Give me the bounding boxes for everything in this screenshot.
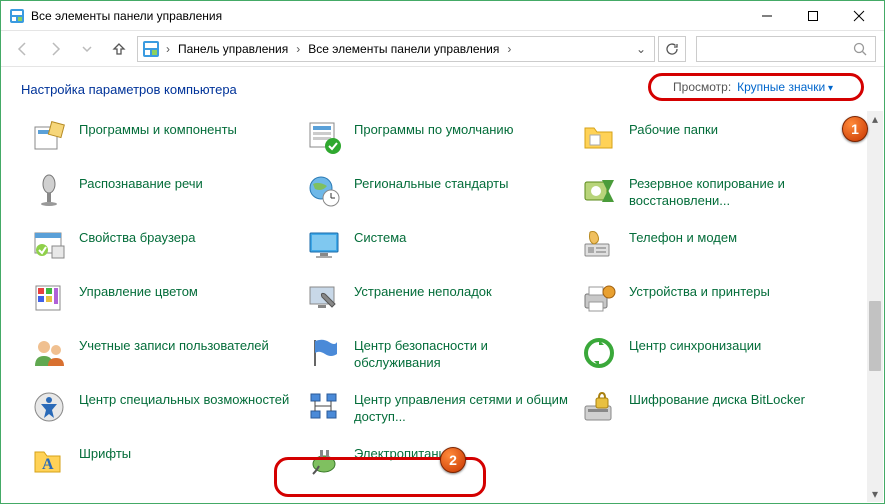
item-label: Центр синхронизации: [629, 335, 761, 354]
scroll-up-button[interactable]: ▴: [867, 111, 883, 127]
vertical-scrollbar[interactable]: ▴ ▾: [867, 111, 883, 502]
nav-recent-button[interactable]: [73, 35, 101, 63]
folder-icon: [581, 119, 617, 155]
item-label: Рабочие папки: [629, 119, 718, 138]
nav-forward-button[interactable]: [41, 35, 69, 63]
microphone-icon: [31, 173, 67, 209]
item-label: Программы и компоненты: [79, 119, 237, 138]
users-icon: [31, 335, 67, 371]
item-label: Программы по умолчанию: [354, 119, 513, 138]
item-label: Управление цветом: [79, 281, 198, 300]
view-value: Крупные значки: [737, 80, 833, 94]
nav-up-button[interactable]: [105, 35, 133, 63]
color-icon: [31, 281, 67, 317]
accessibility-icon: [31, 389, 67, 425]
checklist-icon: [306, 119, 342, 155]
breadcrumb-1[interactable]: Панель управления: [174, 40, 292, 58]
chevron-right-icon[interactable]: ›: [164, 42, 172, 56]
item-default-programs[interactable]: Программы по умолчанию: [306, 119, 571, 157]
nav-back-button[interactable]: [9, 35, 37, 63]
chevron-right-icon[interactable]: ›: [294, 42, 302, 56]
scroll-down-button[interactable]: ▾: [867, 486, 883, 502]
navbar: › Панель управления › Все элементы панел…: [1, 31, 884, 67]
item-label: Свойства браузера: [79, 227, 195, 246]
view-dropdown[interactable]: Просмотр: Крупные значки: [648, 73, 864, 101]
item-label: Региональные стандарты: [354, 173, 508, 192]
box-icon: [31, 119, 67, 155]
sync-icon: [581, 335, 617, 371]
item-system[interactable]: Система: [306, 227, 571, 265]
item-color-management[interactable]: Управление цветом: [31, 281, 296, 319]
item-phone-modem[interactable]: Телефон и модем: [581, 227, 846, 265]
breadcrumb-2[interactable]: Все элементы панели управления: [304, 40, 503, 58]
svg-text:A: A: [42, 456, 54, 473]
annotation-badge-1: 1: [842, 116, 868, 142]
item-troubleshooting[interactable]: Устранение неполадок: [306, 281, 571, 319]
search-input[interactable]: [696, 36, 876, 62]
printer-icon: [581, 281, 617, 317]
titlebar: Все элементы панели управления: [1, 1, 884, 31]
item-sync-center[interactable]: Центр синхронизации: [581, 335, 846, 373]
search-icon: [853, 42, 867, 56]
heading-row: Настройка параметров компьютера Просмотр…: [1, 67, 884, 111]
item-devices-printers[interactable]: Устройства и принтеры: [581, 281, 846, 319]
chevron-right-icon[interactable]: ›: [505, 42, 513, 56]
fonts-icon: A: [31, 443, 67, 479]
item-network-sharing[interactable]: Центр управления сетями и общим доступ..…: [306, 389, 571, 427]
item-label: Телефон и модем: [629, 227, 737, 246]
backup-icon: [581, 173, 617, 209]
item-security-maintenance[interactable]: Центр безопасности и обслуживания: [306, 335, 571, 373]
refresh-button[interactable]: [658, 36, 686, 62]
scroll-thumb[interactable]: [869, 301, 881, 371]
wrench-monitor-icon: [306, 281, 342, 317]
item-label: Распознавание речи: [79, 173, 203, 192]
close-button[interactable]: [836, 1, 882, 31]
globe-clock-icon: [306, 173, 342, 209]
view-label: Просмотр:: [673, 80, 731, 94]
flag-icon: [306, 335, 342, 371]
item-label: Резервное копирование и восстановлени...: [629, 173, 846, 209]
item-internet-options[interactable]: Свойства браузера: [31, 227, 296, 265]
item-label: Центр специальных возможностей: [79, 389, 289, 408]
control-panel-window: Все элементы панели управления › Панель …: [0, 0, 885, 504]
item-user-accounts[interactable]: Учетные записи пользователей: [31, 335, 296, 373]
item-bitlocker[interactable]: Шифрование диска BitLocker: [581, 389, 846, 427]
item-label: Центр управления сетями и общим доступ..…: [354, 389, 571, 425]
item-fonts[interactable]: A Шрифты: [31, 443, 296, 481]
phone-modem-icon: [581, 227, 617, 263]
monitor-icon: [306, 227, 342, 263]
item-speech-recognition[interactable]: Распознавание речи: [31, 173, 296, 211]
control-panel-icon: [9, 8, 25, 24]
network-icon: [306, 389, 342, 425]
item-backup-restore[interactable]: Резервное копирование и восстановлени...: [581, 173, 846, 211]
lock-drive-icon: [581, 389, 617, 425]
maximize-button[interactable]: [790, 1, 836, 31]
minimize-button[interactable]: [744, 1, 790, 31]
item-label: Шифрование диска BitLocker: [629, 389, 805, 408]
item-region[interactable]: Региональные стандарты: [306, 173, 571, 211]
page-heading: Настройка параметров компьютера: [21, 82, 237, 97]
item-ease-of-access[interactable]: Центр специальных возможностей: [31, 389, 296, 427]
browser-options-icon: [31, 227, 67, 263]
item-programs-and-features[interactable]: Программы и компоненты: [31, 119, 296, 157]
item-work-folders[interactable]: Рабочие папки: [581, 119, 846, 157]
item-label: Центр безопасности и обслуживания: [354, 335, 571, 371]
items-grid: Программы и компоненты Программы по умол…: [1, 111, 866, 489]
item-label: Учетные записи пользователей: [79, 335, 269, 354]
address-cp-icon: [142, 40, 160, 58]
window-title: Все элементы панели управления: [31, 9, 744, 23]
annotation-badge-2: 2: [440, 447, 466, 473]
item-label: Шрифты: [79, 443, 131, 462]
address-bar[interactable]: › Панель управления › Все элементы панел…: [137, 36, 655, 62]
item-label: Устройства и принтеры: [629, 281, 770, 300]
item-label: Система: [354, 227, 406, 246]
item-label: Устранение неполадок: [354, 281, 492, 300]
address-history-button[interactable]: ⌄: [632, 42, 650, 56]
